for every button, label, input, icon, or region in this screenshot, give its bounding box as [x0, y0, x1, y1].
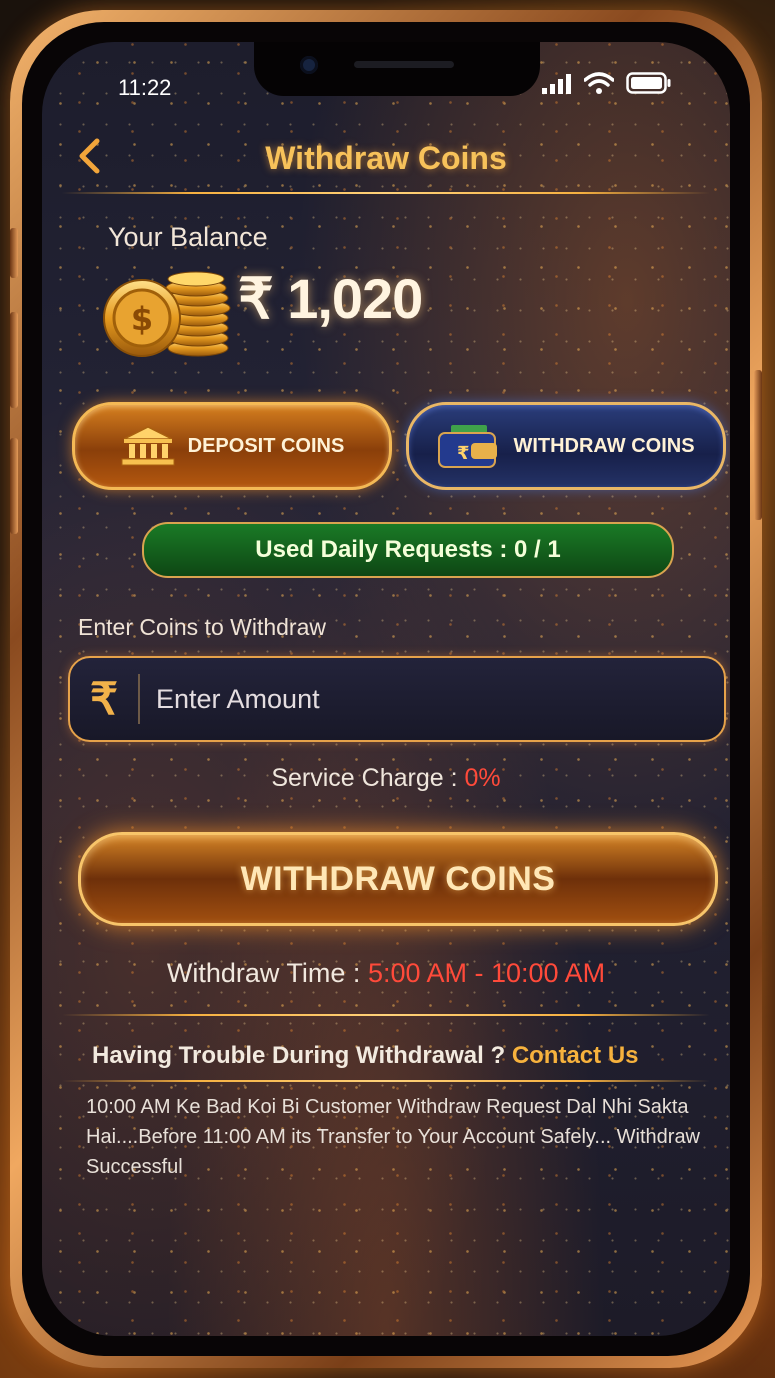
service-charge-value: 0%: [464, 764, 501, 792]
front-camera-icon: [300, 56, 318, 74]
withdraw-time-value: 5:00 AM - 10:00 AM: [367, 958, 606, 988]
amount-field: ₹: [68, 656, 726, 742]
phone-frame: 11:22 Withdraw Coins Your Balance $ ₹ 1,…: [10, 10, 762, 1368]
withdraw-time-label: Withdraw Time :: [166, 958, 361, 988]
amount-field-label: Enter Coins to Withdraw: [78, 614, 326, 640]
svg-text:₹: ₹: [457, 443, 470, 464]
withdraw-time: Withdraw Time : 5:00 AM - 10:00 AM: [42, 958, 730, 989]
withdraw-coins-tab-label: WITHDRAW COINS: [513, 434, 695, 457]
wallet-icon: ₹: [438, 425, 498, 468]
speaker-grille: [354, 61, 454, 68]
deposit-coins-button[interactable]: DEPOSIT COINS: [72, 402, 392, 490]
coin-stack-icon: $: [96, 264, 236, 365]
phone-bezel: 11:22 Withdraw Coins Your Balance $ ₹ 1,…: [22, 22, 750, 1356]
deposit-coins-label: DEPOSIT COINS: [187, 434, 345, 457]
volume-down-button: [10, 438, 18, 534]
withdraw-coins-button[interactable]: WITHDRAW COINS: [78, 832, 718, 926]
notch: [254, 42, 540, 96]
signal-icon: [542, 74, 571, 94]
status-time: 11:22: [118, 75, 172, 100]
withdraw-note: 10:00 AM Ke Bad Koi Bi Customer Withdraw…: [86, 1096, 701, 1178]
withdraw-coins-tab[interactable]: ₹ WITHDRAW COINS: [406, 402, 726, 490]
svg-text:$: $: [131, 300, 153, 338]
screen: 11:22 Withdraw Coins Your Balance $ ₹ 1,…: [42, 42, 730, 1336]
service-charge: Service Charge : 0%: [42, 764, 730, 793]
daily-requests-badge: Used Daily Requests : 0 / 1: [142, 522, 674, 578]
rupee-icon: ₹: [90, 674, 118, 724]
section-divider-bottom: [62, 1080, 710, 1082]
amount-input[interactable]: [140, 657, 724, 741]
power-button: [754, 370, 762, 520]
balance-label: Your Balance: [108, 222, 268, 252]
service-charge-label: Service Charge :: [271, 764, 458, 792]
wifi-icon: [584, 72, 614, 94]
section-divider-top: [62, 1014, 710, 1016]
battery-icon: [626, 72, 671, 94]
bank-icon: [121, 426, 175, 466]
status-icons: [542, 72, 672, 94]
support-line: Having Trouble During Withdrawal ? Conta…: [92, 1042, 639, 1070]
balance-value: ₹ 1,020: [238, 267, 423, 330]
mute-switch: [10, 228, 18, 278]
app-header: Withdraw Coins: [42, 134, 730, 194]
volume-up-button: [10, 312, 18, 408]
page-title: Withdraw Coins: [265, 140, 507, 176]
contact-us-link[interactable]: Contact Us: [512, 1042, 639, 1069]
header-divider: [62, 192, 710, 194]
support-question: Having Trouble During Withdrawal ?: [92, 1042, 506, 1069]
